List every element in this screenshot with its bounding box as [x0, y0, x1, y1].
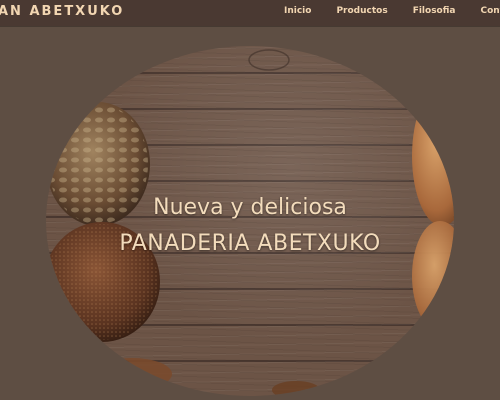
hero-subheadline: PANADERIA ABETXUKO: [119, 231, 381, 256]
hero-text-block: Nueva y deliciosa PANADERIA ABETXUKO: [46, 194, 454, 258]
top-navbar: AN ABETXUKO Inicio Productos Filosofia C…: [0, 0, 500, 26]
nav-link-contact[interactable]: Contact: [481, 6, 500, 16]
main-nav: Inicio Productos Filosofia Contact: [284, 6, 500, 16]
hero-banner: Nueva y deliciosa PANADERIA ABETXUKO: [46, 46, 454, 396]
wood-knot: [248, 49, 290, 71]
nav-link-filosofia[interactable]: Filosofia: [413, 6, 456, 16]
hero-headline: Nueva y deliciosa: [153, 195, 347, 220]
nav-link-productos[interactable]: Productos: [336, 6, 387, 16]
brand-logo-text[interactable]: AN ABETXUKO: [0, 4, 124, 19]
nav-link-inicio[interactable]: Inicio: [284, 6, 311, 16]
